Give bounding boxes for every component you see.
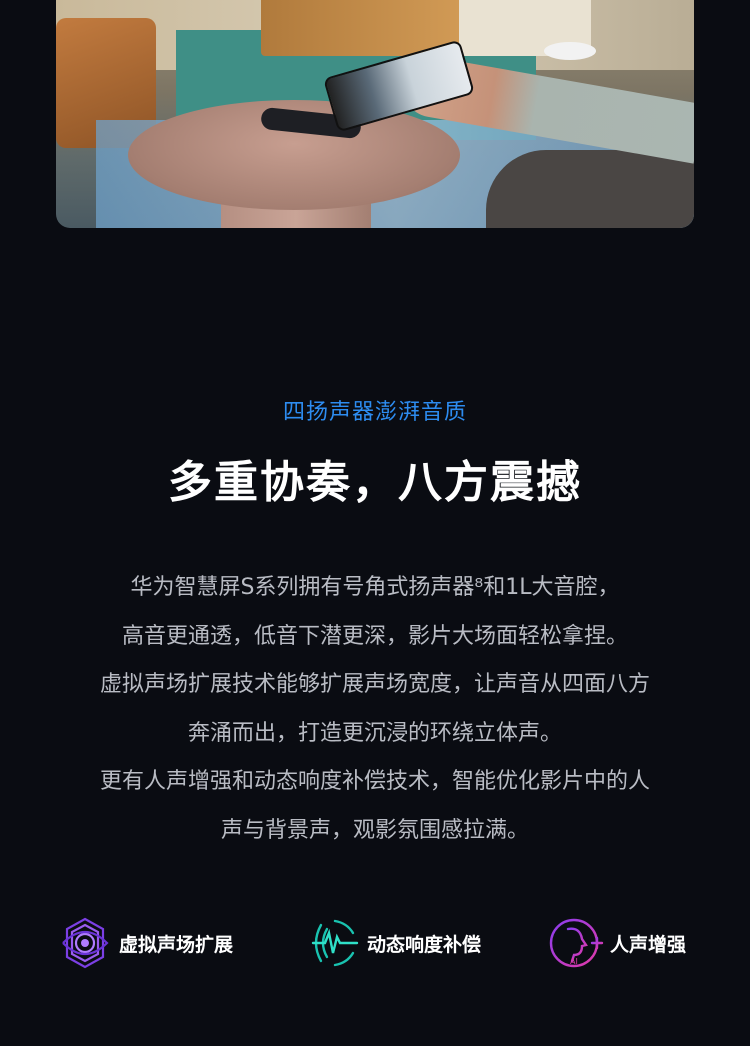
voice-enhance-icon: AI: [549, 918, 604, 968]
section-title: 多重协奏，八方震撼: [168, 457, 582, 508]
section-subtitle: 四扬声器澎湃音质: [282, 400, 467, 425]
description-line: 高音更通透，低音下潜更深，影片大场面轻松拿捏。: [121, 623, 628, 649]
hero-image: [56, 0, 694, 228]
feature-virtual-soundfield: 虚拟声场扩展: [57, 915, 233, 971]
description-line: 更有人声增强和动态响度补偿技术，智能优化影片中的人: [99, 769, 650, 794]
virtual-soundfield-icon: [62, 917, 109, 969]
feature-label: 人声增强: [610, 933, 687, 956]
feature-label: 动态响度补偿: [367, 933, 482, 956]
feature-list: 虚拟声场扩展 动态响度补偿 AI 人声增强: [0, 915, 750, 971]
feature-label: 虚拟声场扩展: [119, 933, 234, 956]
description-line: 奔涌而出，打造更沉浸的环绕立体声。: [187, 720, 562, 746]
feature-dynamic-loudness: 动态响度补偿: [305, 915, 481, 971]
section-description: 华为智慧屏S系列拥有号角式扬声器⁸和1L大音腔， 高音更通透，低音下潜更深，影片…: [60, 564, 690, 855]
dynamic-loudness-icon: [311, 919, 359, 967]
description-line: 声与背景声，观影氛围感拉满。: [220, 817, 529, 843]
ai-badge-text: AI: [570, 957, 578, 966]
description-line: 华为智慧屏S系列拥有号角式扬声器⁸和1L大音腔，: [130, 575, 620, 600]
feature-voice-enhance: AI 人声增强: [548, 915, 686, 971]
description-line: 虚拟声场扩展技术能够扩展声场宽度，让声音从四面八方: [99, 672, 650, 697]
